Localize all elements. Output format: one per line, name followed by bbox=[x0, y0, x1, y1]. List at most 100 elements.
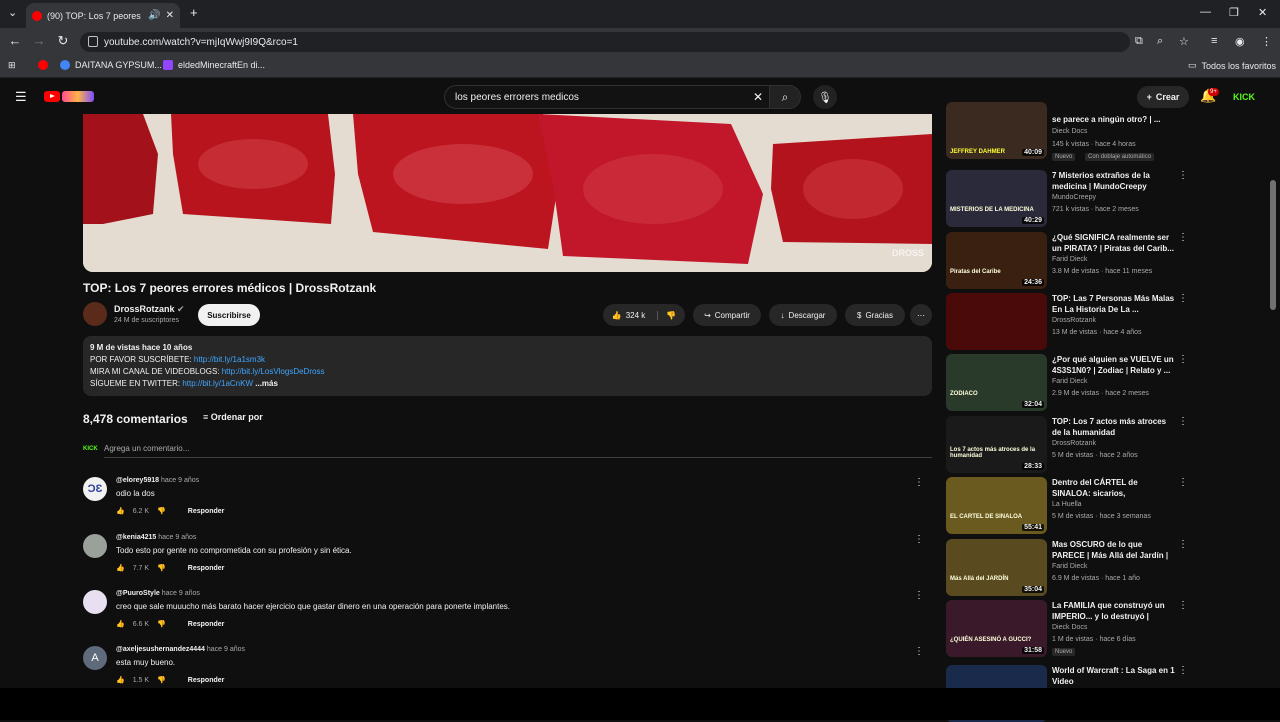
recommendation-item[interactable]: ¿QUIÉN ASESINÓ A GUCCI? 31:58 La FAMILIA q… bbox=[946, 600, 1192, 658]
comment-menu-icon[interactable]: ⋮ bbox=[914, 477, 924, 488]
recommendation-item[interactable]: Piratas del Caribe 24:36 ¿Qué SIGNIFICA re… bbox=[946, 232, 1192, 290]
recommendation-thumbnail[interactable]: EL CARTEL DE SINALOA 55:41 bbox=[946, 477, 1047, 534]
dislike-icon[interactable]: 👎 bbox=[157, 507, 166, 515]
tab-audio-icon[interactable]: 🔊 bbox=[148, 10, 160, 21]
comment-avatar[interactable]: A bbox=[83, 646, 107, 670]
dislike-icon[interactable]: 👎 bbox=[157, 564, 166, 572]
recommendation-item[interactable]: Los 7 actos más atroces de la humanidad 2… bbox=[946, 416, 1192, 474]
recommendation-item[interactable]: World of Warcraft : La Saga en 1 Video ⋮ bbox=[946, 665, 1192, 722]
bookmark-1[interactable]: DAITANA GYPSUM... bbox=[60, 60, 162, 70]
reply-button[interactable]: Responder bbox=[188, 677, 225, 684]
search-button[interactable]: ⌕ bbox=[769, 85, 801, 109]
add-comment-input[interactable]: Agrega un comentario... bbox=[104, 444, 932, 458]
apps-icon[interactable]: ⊞ bbox=[8, 60, 16, 71]
back-icon[interactable]: ← bbox=[6, 33, 24, 48]
restore-icon[interactable]: ❐ bbox=[1229, 6, 1239, 19]
recommendation-thumbnail[interactable]: ¿QUIÉN ASESINÓ A GUCCI? 31:58 bbox=[946, 600, 1047, 657]
comment-avatar[interactable] bbox=[83, 534, 107, 558]
subscribe-button[interactable]: Suscribirse bbox=[198, 304, 260, 326]
like-icon[interactable]: 👍 bbox=[612, 311, 622, 320]
zoom-icon[interactable]: ⌕ bbox=[1157, 35, 1163, 48]
like-icon[interactable]: 👍 bbox=[116, 676, 125, 684]
reload-icon[interactable]: ↻ bbox=[54, 33, 72, 49]
recommendation-thumbnail[interactable]: ZODIACO 32:04 bbox=[946, 354, 1047, 411]
thanks-button[interactable]: $ Gracias bbox=[845, 304, 905, 326]
reply-button[interactable]: Responder bbox=[188, 565, 225, 572]
twitter-link[interactable]: http://bit.ly/1aCnKW bbox=[182, 379, 253, 388]
recommendation-thumbnail[interactable]: MISTERIOS DE LA MEDICINA 40:29 bbox=[946, 170, 1047, 227]
avatar[interactable]: KICK bbox=[1233, 92, 1255, 102]
comment-avatar[interactable] bbox=[83, 590, 107, 614]
subscribe-link[interactable]: http://bit.ly/1a1sm3k bbox=[194, 355, 265, 364]
like-dislike-button[interactable]: 👍 324 k 👎 bbox=[603, 304, 685, 326]
recommendation-menu-icon[interactable]: ⋮ bbox=[1178, 293, 1188, 304]
youtube-logo[interactable] bbox=[44, 91, 60, 102]
recommendation-menu-icon[interactable]: ⋮ bbox=[1178, 170, 1188, 181]
recommendation-thumbnail[interactable] bbox=[946, 293, 1047, 350]
browser-menu-icon[interactable]: ⋮ bbox=[1261, 35, 1272, 48]
recommendation-menu-icon[interactable]: ⋮ bbox=[1178, 665, 1188, 676]
recommendation-item[interactable]: ZODIACO 32:04 ¿Por qué alguien se VUELVE u… bbox=[946, 354, 1192, 412]
recommendation-item[interactable]: TOP: Las 7 Personas Más Malas En La Hist… bbox=[946, 293, 1192, 351]
hamburger-menu-icon[interactable]: ☰ bbox=[15, 89, 27, 105]
recommendation-thumbnail[interactable]: Más Allá del JARDÍN 35:04 bbox=[946, 539, 1047, 596]
comment-menu-icon[interactable]: ⋮ bbox=[914, 534, 924, 545]
install-icon[interactable]: ⧉ bbox=[1135, 35, 1143, 48]
comment-menu-icon[interactable]: ⋮ bbox=[914, 646, 924, 657]
tab-search-icon[interactable]: ⌄ bbox=[8, 6, 17, 19]
clear-search-icon[interactable]: ✕ bbox=[753, 90, 763, 104]
dislike-icon[interactable]: 👎 bbox=[157, 676, 166, 684]
recommendation-menu-icon[interactable]: ⋮ bbox=[1178, 600, 1188, 611]
more-actions-icon[interactable]: ⋯ bbox=[910, 304, 932, 326]
show-more[interactable]: ...más bbox=[255, 379, 278, 388]
recommendation-thumbnail[interactable]: Piratas del Caribe 24:36 bbox=[946, 232, 1047, 289]
search-input[interactable]: los peores errorers medicos ✕ bbox=[444, 85, 774, 109]
profile-icon[interactable]: ◉ bbox=[1235, 35, 1245, 48]
sort-button[interactable]: ≡ Ordenar por bbox=[203, 412, 263, 422]
recommendation-menu-icon[interactable]: ⋮ bbox=[1178, 232, 1188, 243]
create-button[interactable]: + Crear bbox=[1137, 86, 1189, 108]
channel-name[interactable]: DrossRotzank ✔ bbox=[114, 304, 185, 315]
download-button[interactable]: ↓ Descargar bbox=[769, 304, 837, 326]
bookmark-2[interactable]: eldedMinecraftEn di... bbox=[163, 60, 265, 70]
dislike-icon[interactable]: 👎 bbox=[157, 620, 166, 628]
recommendation-thumbnail[interactable]: Los 7 actos más atroces de la humanidad 2… bbox=[946, 416, 1047, 473]
star-icon[interactable]: ☆ bbox=[1179, 35, 1189, 48]
bookmark-youtube[interactable] bbox=[38, 60, 48, 70]
dislike-icon[interactable]: 👎 bbox=[657, 310, 676, 320]
comment-author[interactable]: @PuuroStyle hace 9 años bbox=[116, 590, 200, 597]
description-box[interactable]: 9 M de vistas hace 10 años POR FAVOR SUS… bbox=[83, 336, 932, 396]
url-bar[interactable]: youtube.com/watch?v=mjIqWwj9I9Q&rco=1 bbox=[80, 32, 1130, 52]
like-icon[interactable]: 👍 bbox=[116, 564, 125, 572]
recommendation-menu-icon[interactable]: ⋮ bbox=[1178, 477, 1188, 488]
vlogs-link[interactable]: http://bit.ly/LosVlogsDeDross bbox=[222, 367, 325, 376]
comment-avatar[interactable]: ƆƐ bbox=[83, 477, 107, 501]
recommendation-item[interactable]: MISTERIOS DE LA MEDICINA 40:29 7 Misterios… bbox=[946, 170, 1192, 228]
minimize-icon[interactable]: — bbox=[1200, 6, 1211, 18]
all-favorites[interactable]: ▭ Todos los favoritos bbox=[1188, 60, 1276, 71]
comment-author[interactable]: @elorey5918 hace 9 años bbox=[116, 477, 199, 484]
share-button[interactable]: ↪ Compartir bbox=[693, 304, 761, 326]
voice-search-button[interactable]: 🎙 bbox=[813, 85, 837, 109]
comment-author[interactable]: @axeljesushernandez4444 hace 9 años bbox=[116, 646, 245, 653]
comment-author[interactable]: @kenia4215 hace 9 años bbox=[116, 534, 196, 541]
recommendation-menu-icon[interactable]: ⋮ bbox=[1178, 416, 1188, 427]
recommendation-item[interactable]: EL CARTEL DE SINALOA 55:41 Dentro del CÁRT… bbox=[946, 477, 1192, 535]
page-scrollbar[interactable] bbox=[1270, 180, 1276, 310]
recommendation-item[interactable]: Más Allá del JARDÍN 35:04 Mas OSCURO de lo… bbox=[946, 539, 1192, 597]
like-icon[interactable]: 👍 bbox=[116, 620, 125, 628]
reading-list-icon[interactable]: ≡ bbox=[1211, 35, 1217, 47]
like-icon[interactable]: 👍 bbox=[116, 507, 125, 515]
forward-icon[interactable]: → bbox=[30, 33, 48, 48]
recommendation-thumbnail[interactable]: JEFFREY DAHMER 40:09 bbox=[946, 102, 1047, 159]
comment-menu-icon[interactable]: ⋮ bbox=[914, 590, 924, 601]
recommendation-menu-icon[interactable]: ⋮ bbox=[1178, 539, 1188, 550]
doodle-logo[interactable] bbox=[62, 91, 94, 102]
site-info-icon[interactable] bbox=[88, 36, 98, 47]
new-tab-icon[interactable]: + bbox=[190, 5, 198, 20]
reply-button[interactable]: Responder bbox=[188, 508, 225, 515]
recommendation-menu-icon[interactable]: ⋮ bbox=[1178, 354, 1188, 365]
reply-button[interactable]: Responder bbox=[188, 621, 225, 628]
browser-tab[interactable]: (90) TOP: Los 7 peores erro 🔊 ✕ bbox=[26, 3, 180, 28]
window-close-icon[interactable]: ✕ bbox=[1258, 6, 1267, 19]
